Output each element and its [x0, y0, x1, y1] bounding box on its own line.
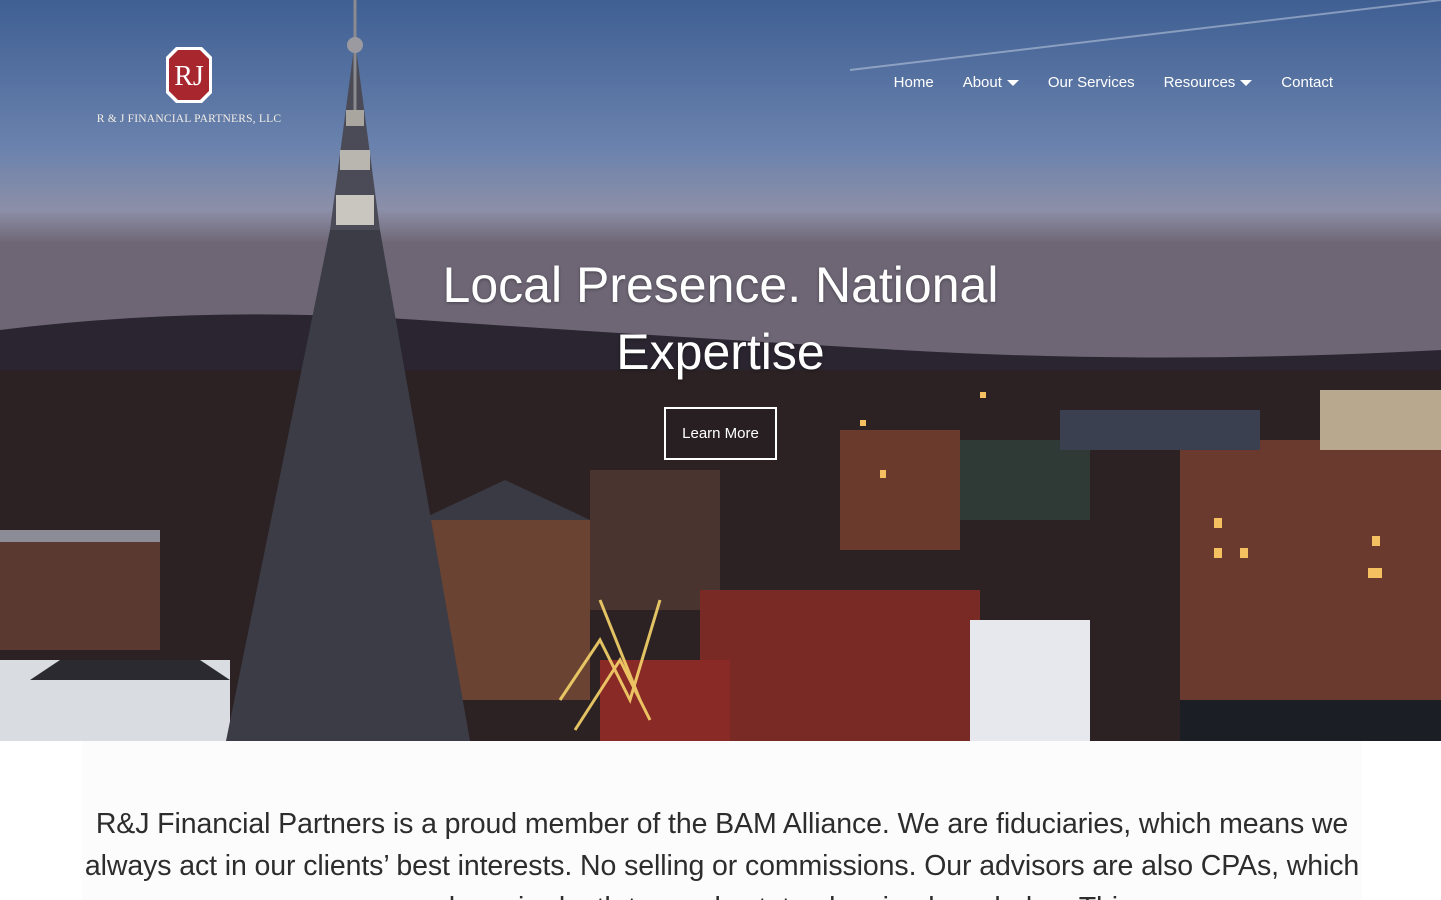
nav-item-label: About	[962, 74, 1002, 91]
nav-item-resources[interactable]: Resources	[1164, 74, 1253, 91]
main-navigation: Home About Our Services Resources Contac…	[894, 74, 1333, 91]
nav-item-label: Home	[893, 74, 934, 91]
nav-item-label: Our Services	[1047, 74, 1135, 91]
rj-monogram-icon: RJ	[166, 47, 212, 103]
nav-item-contact[interactable]: Contact	[1281, 74, 1333, 91]
nav-item-home[interactable]: Home	[894, 74, 934, 91]
logo-monogram: RJ	[174, 61, 204, 92]
hero-section: RJ R & J FINANCIAL PARTNERS, LLC Home Ab…	[0, 0, 1441, 741]
nav-item-about[interactable]: About	[963, 74, 1019, 91]
caret-down-icon	[1240, 79, 1253, 86]
nav-item-label: Contact	[1281, 74, 1333, 91]
brand-logo[interactable]: RJ R & J FINANCIAL PARTNERS, LLC	[94, 45, 284, 125]
learn-more-button[interactable]: Learn More	[664, 407, 777, 460]
intro-section: R&J Financial Partners is a proud member…	[82, 741, 1362, 900]
caret-down-icon	[1006, 79, 1019, 86]
brand-name: R & J FINANCIAL PARTNERS, LLC	[96, 113, 282, 125]
nav-item-label: Resources	[1163, 74, 1236, 91]
nav-item-our-services[interactable]: Our Services	[1048, 74, 1135, 91]
hero-headline: Local Presence. National Expertise	[442, 257, 999, 380]
intro-paragraph: R&J Financial Partners is a proud member…	[84, 808, 1360, 900]
